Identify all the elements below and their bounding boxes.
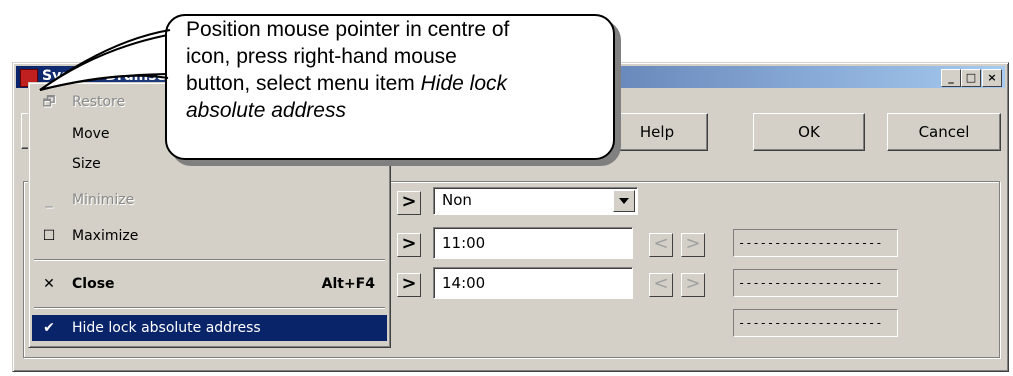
callout-text-italic: Hide lock [420, 72, 507, 95]
callout-line: button, select menu item Hide lock [186, 70, 606, 97]
callout-line: absolute address [186, 97, 606, 124]
callout-line: Position mouse pointer in centre of [186, 18, 510, 41]
callout-line: icon, press right-hand mouse [186, 45, 457, 68]
callout-text: Position mouse pointer in centre of icon… [186, 16, 606, 124]
callout-text-italic: absolute address [186, 99, 346, 122]
callout-text-plain: button, select menu item [186, 72, 421, 95]
